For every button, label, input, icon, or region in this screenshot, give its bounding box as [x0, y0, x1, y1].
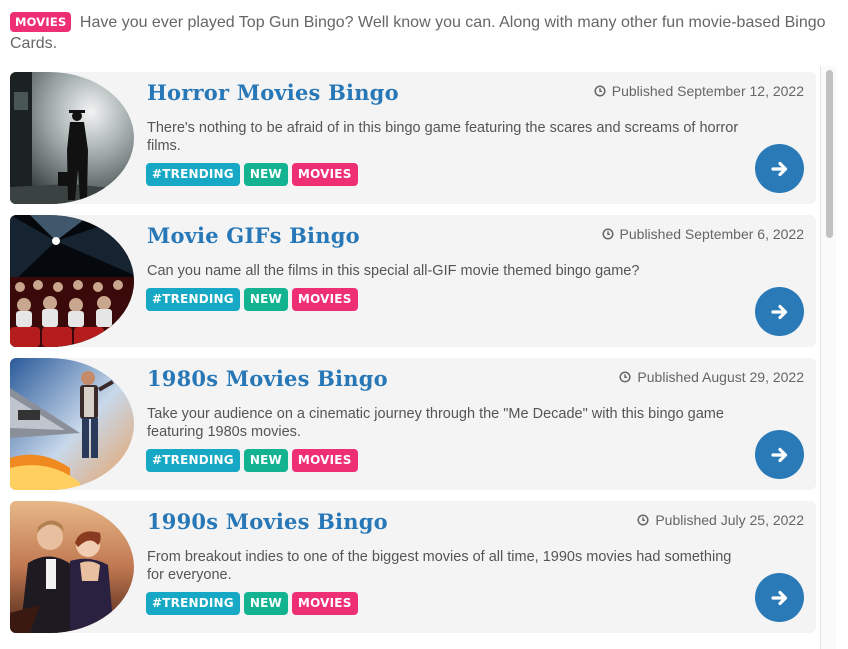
- publish-date-text: Published September 6, 2022: [619, 226, 804, 242]
- bingo-card-1980s[interactable]: 1980s Movies Bingo Published August 29, …: [10, 358, 816, 490]
- bingo-card-1990s[interactable]: 1990s Movies Bingo Published July 25, 20…: [10, 501, 816, 633]
- clock-icon: [637, 514, 649, 526]
- publish-date-text: Published August 29, 2022: [637, 369, 804, 385]
- publish-date-text: Published July 25, 2022: [655, 512, 804, 528]
- trending-tag[interactable]: #TRENDING: [146, 288, 240, 311]
- new-tag[interactable]: NEW: [243, 449, 288, 472]
- vertical-scrollbar[interactable]: [820, 66, 836, 649]
- movie-theater-thumbnail[interactable]: [10, 215, 134, 347]
- card-description: There's nothing to be afraid of in this …: [147, 120, 739, 154]
- publish-date: Published September 12, 2022: [594, 83, 804, 99]
- scrollbar-thumb[interactable]: [826, 70, 833, 238]
- movies-category-badge[interactable]: MOVIES: [10, 12, 72, 32]
- bingo-card-horror[interactable]: Horror Movies Bingo Published September …: [10, 72, 816, 204]
- open-card-button[interactable]: [755, 573, 804, 622]
- arrow-right-icon: [770, 161, 787, 176]
- movies-tag[interactable]: MOVIES: [291, 163, 358, 186]
- clock-icon: [601, 228, 614, 240]
- 1980s-movie-thumbnail[interactable]: [10, 358, 134, 490]
- trending-tag[interactable]: #TRENDING: [146, 163, 240, 186]
- movies-tag[interactable]: MOVIES: [291, 592, 358, 615]
- new-tag[interactable]: NEW: [243, 592, 288, 615]
- 1990s-movie-thumbnail[interactable]: [10, 501, 134, 633]
- card-description: Can you name all the films in this speci…: [147, 263, 640, 279]
- tag-list: #TRENDING NEW MOVIES: [146, 449, 358, 472]
- clock-icon: [619, 371, 631, 383]
- new-tag[interactable]: NEW: [243, 163, 288, 186]
- card-description: Take your audience on a cinematic journe…: [147, 406, 724, 440]
- movies-tag[interactable]: MOVIES: [291, 288, 358, 311]
- bingo-card-movie-gifs[interactable]: Movie GIFs Bingo Published September 6, …: [10, 215, 816, 347]
- publish-date: Published August 29, 2022: [619, 369, 804, 385]
- trending-tag[interactable]: #TRENDING: [146, 449, 240, 472]
- intro-text: Have you ever played Top Gun Bingo? Well…: [10, 14, 826, 52]
- open-card-button[interactable]: [755, 144, 804, 193]
- card-title[interactable]: Movie GIFs Bingo: [147, 223, 360, 248]
- card-title[interactable]: Horror Movies Bingo: [147, 80, 399, 105]
- bingo-card-list: Horror Movies Bingo Published September …: [10, 72, 816, 644]
- trending-tag[interactable]: #TRENDING: [146, 592, 240, 615]
- publish-date-text: Published September 12, 2022: [611, 83, 804, 99]
- tag-list: #TRENDING NEW MOVIES: [146, 592, 358, 615]
- new-tag[interactable]: NEW: [243, 288, 288, 311]
- intro-text-block: MOVIES Have you ever played Top Gun Bing…: [10, 12, 840, 54]
- publish-date: Published July 25, 2022: [637, 512, 804, 528]
- clock-icon: [594, 85, 606, 97]
- arrow-right-icon: [770, 590, 787, 605]
- publish-date: Published September 6, 2022: [601, 226, 804, 242]
- card-description: From breakout indies to one of the bigge…: [147, 549, 732, 583]
- arrow-right-icon: [770, 447, 787, 462]
- open-card-button[interactable]: [755, 287, 804, 336]
- card-title[interactable]: 1980s Movies Bingo: [147, 366, 388, 391]
- movies-tag[interactable]: MOVIES: [291, 449, 358, 472]
- tag-list: #TRENDING NEW MOVIES: [146, 163, 358, 186]
- card-title[interactable]: 1990s Movies Bingo: [147, 509, 388, 534]
- arrow-right-icon: [770, 304, 787, 319]
- tag-list: #TRENDING NEW MOVIES: [146, 288, 358, 311]
- open-card-button[interactable]: [755, 430, 804, 479]
- horror-movie-thumbnail[interactable]: [10, 72, 134, 204]
